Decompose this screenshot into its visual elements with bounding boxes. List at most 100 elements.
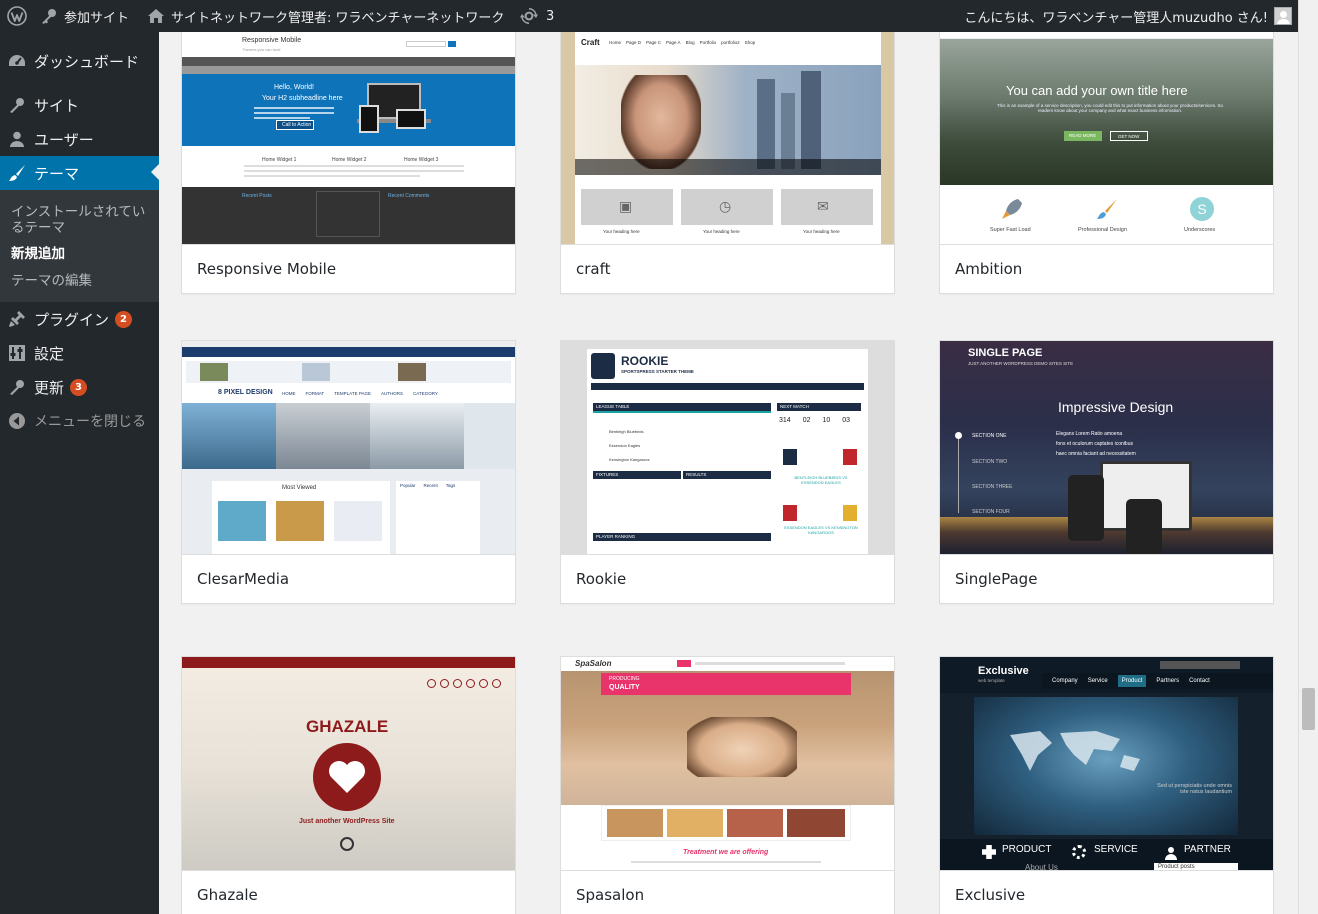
menu-sites[interactable]: サイト bbox=[0, 88, 159, 122]
theme-name: Exclusive bbox=[940, 871, 1273, 914]
shot-product-posts: Product posts bbox=[1158, 864, 1195, 870]
page-scrollbar[interactable] bbox=[1298, 0, 1318, 914]
menu-updates[interactable]: 更新 3 bbox=[0, 370, 159, 404]
network-admin-menu[interactable]: サイトネットワーク管理者: ワラベンチャーネットワーク bbox=[147, 0, 504, 32]
shot-caption-bar bbox=[575, 159, 881, 175]
clock-icon: ◷ bbox=[719, 198, 732, 214]
shot-recent-posts: Recent Posts bbox=[242, 193, 272, 199]
shot-countdown: 314 02 10 03 bbox=[779, 417, 850, 424]
menu-settings-label: 設定 bbox=[34, 344, 65, 363]
submenu-add-new[interactable]: 新規追加 bbox=[11, 246, 65, 262]
shot-badge-logo bbox=[591, 353, 615, 379]
theme-card-ambition[interactable]: You can add your own title here This is … bbox=[939, 32, 1274, 294]
shot-nav-bar bbox=[182, 657, 515, 668]
themes-submenu: インストールされているテーマ 新規追加 テーマの編集 bbox=[0, 190, 159, 302]
theme-card-rookie[interactable]: ROOKIE SPORTSPRESS STARTER THEME LEAGUE … bbox=[560, 340, 895, 604]
themes-browser: Responsive Mobile Themes you can trust H… bbox=[159, 32, 1298, 914]
menu-settings[interactable]: 設定 bbox=[0, 336, 159, 370]
menu-plugins[interactable]: プラグイン 2 bbox=[0, 302, 159, 336]
shot-social-icons bbox=[427, 679, 501, 688]
shot-logo: Craft bbox=[581, 38, 600, 47]
my-sites-menu[interactable]: 参加サイト bbox=[40, 0, 129, 32]
shot-nav-item: Shop bbox=[744, 40, 756, 45]
theme-screenshot[interactable]: SINGLE PAGE JUST ANOTHER WORDPRESS DEMO … bbox=[940, 341, 1273, 555]
account-menu[interactable]: こんにちは、ワラベンチャー管理人muzudho さん! bbox=[964, 0, 1292, 32]
theme-screenshot[interactable]: Exclusive web template Company Service P… bbox=[940, 657, 1273, 871]
shot-get-now-label: GET NOW bbox=[1118, 134, 1140, 139]
theme-card-exclusive[interactable]: Exclusive web template Company Service P… bbox=[939, 656, 1274, 914]
theme-name: craft bbox=[561, 245, 894, 293]
shot-nav: HOME FORMAT TEMPLATE PAGE AUTHORS CATEGO… bbox=[282, 391, 438, 396]
theme-screenshot[interactable]: 8 PIXEL DESIGN HOME FORMAT TEMPLATE PAGE… bbox=[182, 341, 515, 555]
shot-thumb bbox=[276, 501, 324, 541]
theme-card-responsive-mobile[interactable]: Responsive Mobile Themes you can trust H… bbox=[181, 32, 516, 294]
updates-menu[interactable]: 3 bbox=[520, 0, 554, 32]
submenu-installed-themes[interactable]: インストールされているテーマ bbox=[11, 204, 151, 236]
shot-sub-nav bbox=[182, 66, 515, 74]
shot-search-box bbox=[406, 41, 446, 47]
theme-card-singlepage[interactable]: SINGLE PAGE JUST ANOTHER WORDPRESS DEMO … bbox=[939, 340, 1274, 604]
collapse-menu-label: メニューを閉じる bbox=[34, 414, 146, 430]
theme-screenshot[interactable]: Responsive Mobile Themes you can trust H… bbox=[182, 32, 515, 245]
shot-accent-line bbox=[593, 411, 771, 413]
theme-card-craft[interactable]: Craft Home Page D Page C Page A Blog Por… bbox=[560, 32, 895, 294]
tools-icon bbox=[0, 96, 34, 114]
shot-table-header: LEAGUE TABLE bbox=[593, 403, 771, 411]
plugin-icon bbox=[0, 310, 34, 328]
theme-name: Ghazale bbox=[182, 871, 515, 914]
shot-hero bbox=[182, 74, 515, 146]
shot-feature-box: ◷ bbox=[681, 189, 773, 225]
shot-widget-2: Home Widget 2 bbox=[332, 157, 367, 163]
shot-subtitle: web template bbox=[978, 678, 1005, 683]
shot-quote: Sed ut perspiciatis unde omnis iste natu… bbox=[1157, 783, 1232, 795]
shot-read-more-button: READ MORE bbox=[1064, 131, 1102, 141]
shot-nav: Home Page D Page C Page A Blog Portfolio… bbox=[609, 40, 809, 46]
shot-widget-1: Home Widget 1 bbox=[262, 157, 297, 163]
scrollbar-thumb[interactable] bbox=[1302, 688, 1315, 730]
shot-title: Exclusive bbox=[978, 665, 1029, 677]
refresh-icon bbox=[520, 7, 538, 25]
menu-dashboard[interactable]: ダッシュボード bbox=[0, 44, 159, 78]
menu-users[interactable]: ユーザー bbox=[0, 122, 159, 156]
shot-calendar bbox=[316, 191, 380, 237]
shot-headline: Impressive Design bbox=[1058, 399, 1174, 415]
shot-feature-label: Underscores bbox=[1184, 227, 1216, 233]
shot-thumb bbox=[787, 809, 845, 837]
shot-nav-item: Company bbox=[1052, 678, 1078, 684]
collapse-menu-button[interactable]: メニューを閉じる bbox=[0, 404, 159, 438]
shot-most-viewed-title: Most Viewed bbox=[282, 485, 317, 491]
shot-timeline-dot bbox=[955, 432, 962, 439]
users-icon bbox=[0, 130, 34, 148]
shot-nav-item: HOME bbox=[282, 391, 296, 396]
theme-screenshot[interactable]: SpaSalon PRODUCING QUALITY Treatment we … bbox=[561, 657, 894, 871]
shot-hero-building bbox=[801, 71, 821, 169]
shot-get-now-button: GET NOW bbox=[1110, 131, 1148, 141]
shot-hero-face bbox=[687, 717, 797, 777]
collapse-arrow-icon bbox=[0, 412, 34, 430]
shot-results-header: RESULTS bbox=[683, 471, 771, 479]
shot-thumb bbox=[218, 501, 266, 541]
shot-player-ranking: PLAYER RANKING bbox=[596, 534, 636, 539]
shot-fixtures-header: FIXTURES bbox=[593, 471, 681, 479]
theme-card-spasalon[interactable]: SpaSalon PRODUCING QUALITY Treatment we … bbox=[560, 656, 895, 914]
theme-screenshot[interactable]: Craft Home Page D Page C Page A Blog Por… bbox=[561, 32, 894, 245]
shot-nav-active bbox=[677, 660, 691, 667]
submenu-theme-editor[interactable]: テーマの編集 bbox=[11, 273, 92, 289]
menu-themes[interactable]: テーマ bbox=[0, 156, 159, 190]
shot-heading: Your heading here bbox=[703, 229, 740, 234]
kangaroo-crest-icon bbox=[843, 505, 857, 521]
shot-product-box: Product posts bbox=[1154, 863, 1238, 870]
theme-card-ghazale[interactable]: GHAZALE Just another WordPress Site Ghaz… bbox=[181, 656, 516, 914]
theme-screenshot[interactable]: GHAZALE Just another WordPress Site bbox=[182, 657, 515, 871]
wordpress-logo-icon[interactable] bbox=[0, 0, 34, 32]
shot-widget-text bbox=[244, 165, 464, 183]
shot-nav-item: Contact bbox=[1189, 678, 1210, 684]
shot-section: SECTION THREE bbox=[972, 484, 1013, 490]
chat-icon: ▣ bbox=[619, 198, 633, 214]
theme-name: Rookie bbox=[561, 555, 894, 603]
theme-card-clesarmedia[interactable]: 8 PIXEL DESIGN HOME FORMAT TEMPLATE PAGE… bbox=[181, 340, 516, 604]
theme-screenshot[interactable]: ROOKIE SPORTSPRESS STARTER THEME LEAGUE … bbox=[561, 341, 894, 555]
shot-tabs: Popular Recent Tags bbox=[400, 483, 455, 488]
theme-screenshot[interactable]: You can add your own title here This is … bbox=[940, 32, 1273, 245]
shot-fixtures: FIXTURES bbox=[596, 472, 619, 477]
